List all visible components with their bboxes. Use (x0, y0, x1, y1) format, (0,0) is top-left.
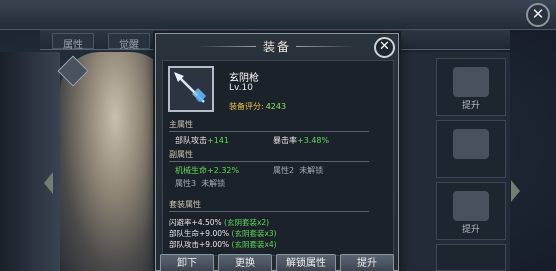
main-attr-header: 主属性 (169, 120, 193, 129)
score-label: 装备评分: (229, 102, 264, 111)
title-ornament (296, 46, 356, 47)
divider (169, 131, 369, 132)
set-row: 闪避率+4.50% (玄阴套装x2) (169, 218, 270, 227)
hero-portrait-side (0, 52, 60, 271)
popup-title: 装备 (262, 40, 291, 54)
item-slot (168, 66, 214, 112)
equipment-popup: 装备 ✕ 玄阴枪 Lv.10 装备评分: 4243 主属性 部队攻击+141 暴击… (155, 33, 399, 271)
top-bar (0, 0, 556, 30)
hero-portrait (60, 52, 170, 271)
equip-slot[interactable] (436, 244, 506, 271)
spear-icon (174, 72, 206, 103)
attr-row-locked: 属性3 未解锁 (175, 179, 226, 188)
slot-upgrade-label: 提升 (461, 225, 480, 235)
attr-row: 部队攻击+141 (175, 136, 229, 145)
set-attr-header: 套装属性 (169, 200, 201, 209)
arrow-left-icon[interactable] (44, 172, 53, 194)
unequip-button[interactable]: 卸下 (160, 254, 214, 271)
set-row: 部队生命+9.00% (玄阴套装x3) (169, 229, 277, 238)
item-name: 玄阴枪 (229, 73, 259, 84)
helmet-icon (453, 129, 489, 159)
sub-attr-header: 副属性 (169, 150, 193, 159)
replace-button[interactable]: 更换 (218, 254, 272, 271)
tab-awaken[interactable]: 觉醒 (108, 33, 150, 51)
arrow-right-icon[interactable] (511, 180, 520, 202)
item-details: 玄阴枪 Lv.10 装备评分: 4243 主属性 部队攻击+141 暴击率+3.4… (162, 60, 394, 256)
helmet-icon (453, 191, 489, 221)
close-icon[interactable]: ✕ (374, 37, 395, 58)
upgrade-button[interactable]: 提升 (340, 254, 394, 271)
attr-row: 机械生命+2.32% (175, 166, 240, 175)
equip-slot[interactable]: 提升 (436, 58, 506, 116)
item-level: Lv.10 (229, 83, 253, 93)
score-value: 4243 (265, 102, 287, 111)
set-row: 部队攻击+9.00% (玄阴套装x4) (169, 240, 277, 249)
item-score: 装备评分: 4243 (229, 101, 286, 112)
slot-upgrade-label: 提升 (461, 101, 480, 111)
divider (169, 211, 369, 212)
attr-row: 暴击率+3.48% (273, 136, 330, 145)
unlock-attr-button[interactable]: 解锁属性 (276, 254, 336, 271)
attr-row-locked: 属性2 未解锁 (273, 166, 324, 175)
close-icon[interactable]: ✕ (526, 3, 550, 27)
equip-slot[interactable]: 提升 (436, 182, 506, 240)
equip-slot[interactable] (436, 120, 506, 178)
helmet-icon (453, 67, 489, 97)
divider (169, 161, 369, 162)
tab-attributes[interactable]: 属性 (52, 33, 94, 51)
